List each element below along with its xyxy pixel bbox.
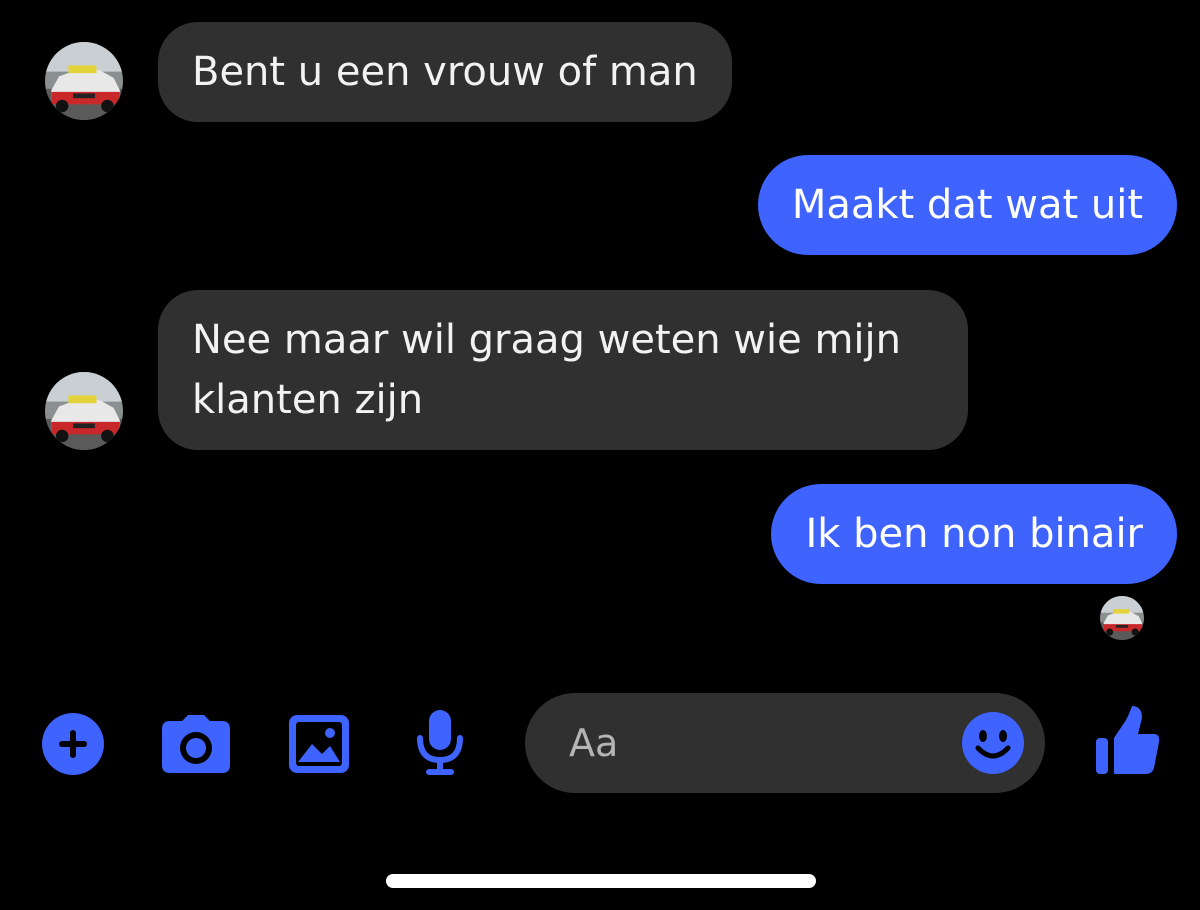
message-bubble-sent[interactable]: Ik ben non binair (771, 484, 1177, 584)
message-text-line: klanten zijn (192, 377, 424, 423)
thumbs-up-icon[interactable] (1096, 706, 1160, 776)
message-composer[interactable] (525, 693, 1045, 793)
emoji-icon[interactable] (962, 712, 1024, 774)
message-input[interactable] (569, 693, 949, 793)
read-receipt-avatar (1100, 596, 1144, 640)
microphone-icon[interactable] (414, 710, 466, 776)
contact-avatar[interactable] (45, 42, 123, 120)
home-indicator[interactable] (386, 874, 816, 888)
plus-circle-icon[interactable] (42, 713, 104, 775)
camera-icon[interactable] (160, 715, 232, 775)
message-bubble-received[interactable]: Nee maar wil graag weten wie mijn klante… (158, 290, 968, 450)
message-bubble-received[interactable]: Bent u een vrouw of man (158, 22, 732, 122)
message-text: Maakt dat wat uit (791, 182, 1143, 228)
message-text: Bent u een vrouw of man (192, 49, 698, 95)
message-text-line: Nee maar wil graag weten wie mijn (192, 317, 902, 363)
contact-avatar[interactable] (45, 372, 123, 450)
image-icon[interactable] (288, 714, 350, 774)
message-text: Ik ben non binair (805, 511, 1143, 557)
message-bubble-sent[interactable]: Maakt dat wat uit (757, 155, 1177, 255)
